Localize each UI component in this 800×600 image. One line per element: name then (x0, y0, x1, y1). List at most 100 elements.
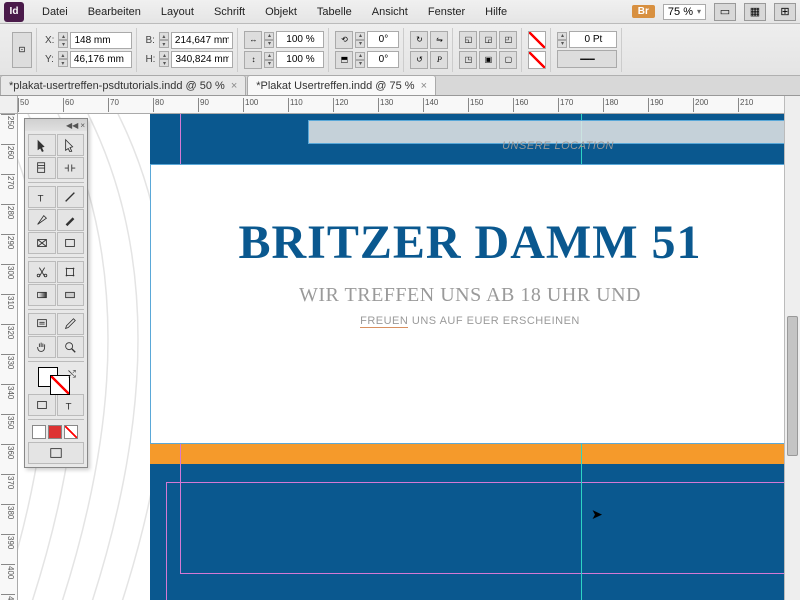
eyedropper-tool[interactable] (57, 313, 85, 335)
type-tool[interactable]: T (28, 186, 56, 208)
menu-tabelle[interactable]: Tabelle (307, 3, 362, 21)
w-input[interactable] (171, 32, 233, 49)
note-tool[interactable] (28, 313, 56, 335)
stroke-input[interactable] (569, 31, 617, 48)
ruler-origin[interactable] (0, 96, 18, 114)
menu-datei[interactable]: Datei (32, 3, 78, 21)
stroke-style[interactable]: ━━━ (557, 50, 617, 68)
h-spinner[interactable]: ▴▾ (159, 51, 169, 67)
horizontal-ruler[interactable]: 5060708090100110120130140150160170180190… (18, 96, 800, 114)
location-frame[interactable]: UNSERE LOCATION (308, 120, 800, 144)
w-label: B: (145, 35, 154, 46)
close-icon[interactable]: × (231, 80, 237, 92)
gradient-swatch-tool[interactable] (28, 284, 56, 306)
direct-selection-tool[interactable] (57, 134, 85, 156)
w-spinner[interactable]: ▴▾ (159, 32, 169, 48)
app-icon: Id (4, 2, 24, 22)
bridge-badge[interactable]: Br (632, 5, 655, 18)
sw-spinner[interactable]: ▴▾ (557, 32, 567, 48)
menu-bearbeiten[interactable]: Bearbeiten (78, 3, 151, 21)
rectangle-frame-tool[interactable] (28, 232, 56, 254)
format-container-icon[interactable] (28, 394, 56, 416)
menu-schrift[interactable]: Schrift (204, 3, 255, 21)
workspace-icon[interactable]: ⊞ (774, 3, 796, 21)
tools-panel[interactable]: ◀◀× T ⤭ T (24, 118, 88, 468)
svg-text:T: T (37, 193, 43, 204)
view-mode[interactable] (28, 442, 84, 464)
y-label: Y: (45, 54, 54, 65)
stroke-weight-group: ▴▾ ━━━ (553, 28, 622, 72)
pencil-tool[interactable] (57, 209, 85, 231)
x-spinner[interactable]: ▴▾ (58, 32, 68, 48)
sx-spinner[interactable]: ▴▾ (264, 32, 274, 48)
rotate-input[interactable] (367, 31, 399, 48)
gap-tool[interactable] (57, 157, 85, 179)
zoom-tool[interactable] (57, 336, 85, 358)
close-icon[interactable]: × (421, 80, 427, 92)
refpoint-icon[interactable]: ⊡ (12, 32, 32, 68)
zoom-level[interactable]: 75 % (663, 4, 706, 20)
gradient-feather-tool[interactable] (57, 284, 85, 306)
page-tool[interactable] (28, 157, 56, 179)
scalex-input[interactable] (276, 31, 324, 48)
scrollbar-thumb[interactable] (787, 316, 798, 456)
select-prev-icon[interactable]: ◰ (499, 31, 517, 49)
stroke-swatch[interactable] (528, 51, 546, 69)
arrange-icon[interactable]: ▦ (744, 3, 766, 21)
menu-objekt[interactable]: Objekt (255, 3, 307, 21)
scaley-input[interactable] (276, 51, 324, 68)
x-label: X: (45, 35, 54, 46)
screen-mode-icon[interactable]: ▭ (714, 3, 736, 21)
rotate-ccw-icon[interactable]: ↺ (410, 51, 428, 69)
tab-0[interactable]: *plakat-usertreffen-psdtutorials.indd @ … (0, 75, 246, 95)
select-container-icon[interactable]: ◱ (459, 31, 477, 49)
location-text: UNSERE LOCATION (309, 129, 800, 155)
rotate-icon: ⟲ (335, 31, 353, 49)
flip-h-icon[interactable]: ⇋ (430, 31, 448, 49)
y-input[interactable] (70, 51, 132, 68)
scissors-tool[interactable] (28, 261, 56, 283)
vertical-scrollbar[interactable] (784, 96, 800, 600)
pen-tool[interactable] (28, 209, 56, 231)
x-input[interactable] (70, 32, 132, 49)
fill-swatch[interactable] (528, 31, 546, 49)
menu-ansicht[interactable]: Ansicht (362, 3, 418, 21)
tools-header[interactable]: ◀◀× (25, 119, 87, 131)
flip-p-icon[interactable]: P (430, 51, 448, 69)
format-text-icon[interactable]: T (57, 394, 85, 416)
y-spinner[interactable]: ▴▾ (58, 51, 68, 67)
group-icon[interactable]: ▣ (479, 51, 497, 69)
apply-gradient[interactable] (64, 425, 78, 439)
menu-fenster[interactable]: Fenster (418, 3, 475, 21)
bleed-frame (166, 482, 800, 600)
ungroup-icon[interactable]: ▢ (499, 51, 517, 69)
control-bar: ⊡ X:▴▾ Y:▴▾ B:▴▾ H:▴▾ ↔▴▾ ↕▴▾ ⟲▴▾ ⬒▴▾ ↻⇋… (0, 24, 800, 76)
rotate-cw-icon[interactable]: ↻ (410, 31, 428, 49)
swap-colors-icon[interactable]: ⤭ (68, 369, 76, 380)
menu-layout[interactable]: Layout (151, 3, 204, 21)
fill-stroke-box[interactable]: ⤭ (28, 365, 84, 393)
menu-hilfe[interactable]: Hilfe (475, 3, 517, 21)
select-next-icon[interactable]: ◳ (459, 51, 477, 69)
rectangle-tool[interactable] (57, 232, 85, 254)
free-transform-tool[interactable] (57, 261, 85, 283)
rot-spinner[interactable]: ▴▾ (355, 32, 365, 48)
shear-input[interactable] (367, 51, 399, 68)
apply-none[interactable] (32, 425, 46, 439)
line-tool[interactable] (57, 186, 85, 208)
subline-1: WIR TREFFEN UNS AB 18 UHR UND (151, 284, 789, 307)
shr-spinner[interactable]: ▴▾ (355, 52, 365, 68)
selection-tool[interactable] (28, 134, 56, 156)
tab-1[interactable]: *Plakat Usertreffen.indd @ 75 %× (247, 75, 436, 95)
apply-color[interactable] (48, 425, 62, 439)
sy-spinner[interactable]: ▴▾ (264, 52, 274, 68)
hand-tool[interactable] (28, 336, 56, 358)
vertical-ruler[interactable]: 2502602702802903003103203303403503603703… (0, 114, 18, 600)
canvas[interactable]: UNSERE LOCATION BRITZER DAMM 51 WIR TREF… (18, 114, 800, 600)
h-input[interactable] (171, 51, 233, 68)
workspace: 5060708090100110120130140150160170180190… (0, 96, 800, 600)
stroke-color[interactable] (50, 375, 70, 395)
h-label: H: (145, 54, 155, 65)
select-content-icon[interactable]: ◲ (479, 31, 497, 49)
headline-frame[interactable]: BRITZER DAMM 51 WIR TREFFEN UNS AB 18 UH… (150, 164, 790, 444)
